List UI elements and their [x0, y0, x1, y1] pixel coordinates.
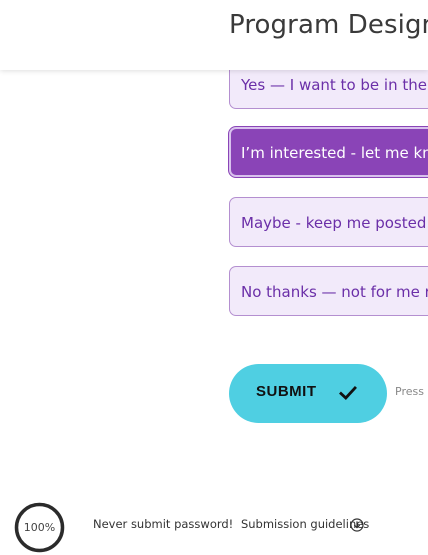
footer-note: Never submit password! Submission guidel…	[93, 517, 369, 531]
submit-label: SUBMIT	[256, 383, 317, 400]
page-title: Program Design	[229, 10, 428, 40]
progress-indicator: 100%	[14, 502, 65, 553]
option-label: Maybe - keep me posted.	[241, 214, 428, 232]
keyboard-hint: Press E	[395, 385, 428, 398]
option-label: Yes — I want to be in the first	[241, 76, 428, 94]
password-warning: Never submit password!	[93, 517, 234, 531]
option-interested[interactable]: I’m interested - let me know	[229, 127, 428, 177]
option-label: I’m interested - let me know	[241, 144, 428, 162]
form-page: Program Design Yes — I want to be in the…	[0, 0, 428, 555]
progress-label: 100%	[23, 521, 56, 534]
download-circle-icon[interactable]	[350, 518, 364, 532]
header-bar: Program Design	[0, 0, 428, 70]
option-label: No thanks — not for me right now	[241, 283, 428, 301]
option-no-thanks[interactable]: No thanks — not for me right now	[229, 266, 428, 316]
option-maybe[interactable]: Maybe - keep me posted.	[229, 197, 428, 247]
check-icon	[339, 386, 357, 400]
submit-button[interactable]: SUBMIT	[229, 364, 387, 423]
press-hint-prefix: Press	[395, 385, 424, 398]
